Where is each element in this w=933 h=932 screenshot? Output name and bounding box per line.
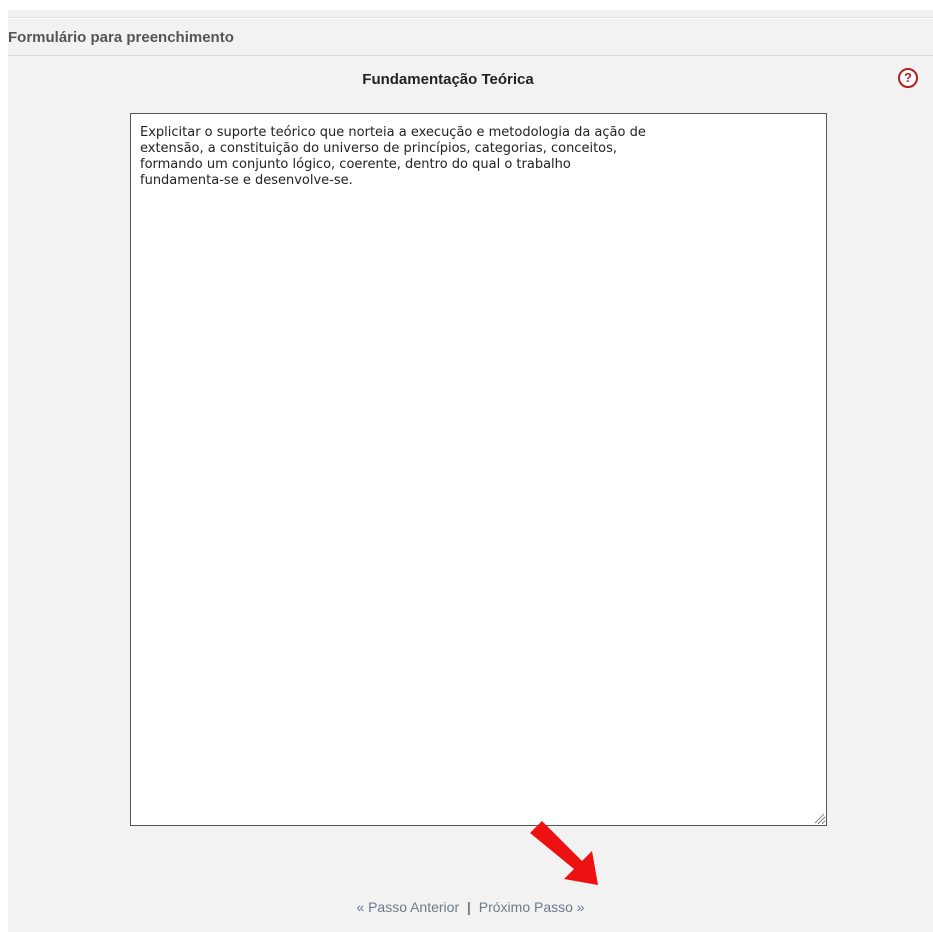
nav-separator: |	[467, 899, 471, 915]
top-divider	[8, 10, 933, 18]
panel-header-title: Formulário para preenchimento	[8, 29, 234, 46]
form-panel: Formulário para preenchimento Fundamenta…	[8, 19, 933, 932]
resize-grip-icon[interactable]	[813, 812, 825, 824]
next-step-link[interactable]: Próximo Passo »	[479, 899, 585, 915]
panel-header: Formulário para preenchimento	[8, 19, 933, 56]
section-title: Fundamentação Teórica	[362, 71, 534, 88]
previous-step-link[interactable]: « Passo Anterior	[356, 899, 459, 915]
help-icon[interactable]: ?	[898, 68, 918, 88]
fundamentacao-teorica-textarea[interactable]: Explicitar o suporte teórico que norteia…	[130, 113, 827, 826]
step-navigation: « Passo Anterior | Próximo Passo »	[8, 899, 933, 915]
red-arrow-annotation-icon	[530, 821, 598, 885]
page: Formulário para preenchimento Fundamenta…	[0, 0, 933, 932]
